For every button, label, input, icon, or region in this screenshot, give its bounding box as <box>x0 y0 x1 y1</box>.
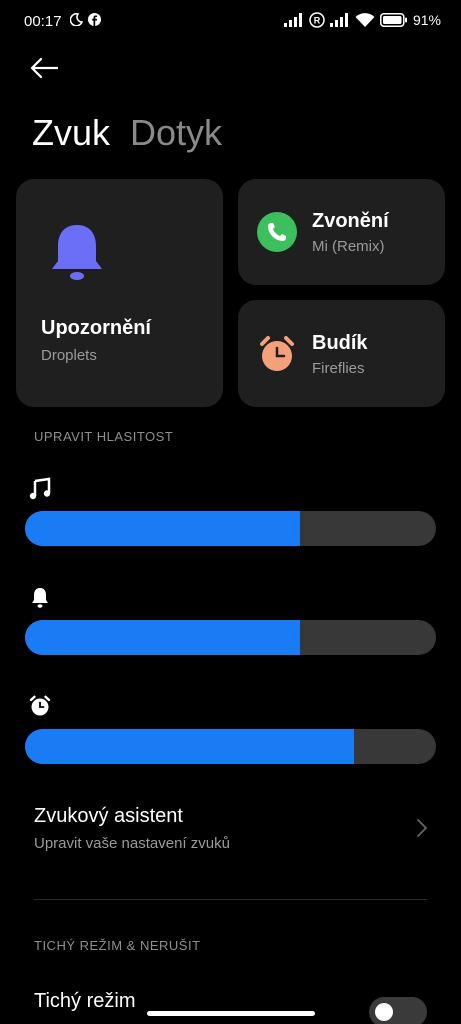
phone-icon <box>257 212 297 252</box>
ringtone-card[interactable]: Zvonění Mi (Remix) <box>238 179 445 285</box>
moon-icon <box>70 13 83 26</box>
battery-percent: 91% <box>412 12 441 28</box>
sound-assistant-subtitle: Upravit vaše nastavení zvuků <box>34 835 230 852</box>
silent-section-label: TICHÝ REŽIM & NERUŠIT <box>34 938 201 953</box>
volume-section-label: UPRAVIT HLASITOST <box>34 429 174 444</box>
tab-zvuk[interactable]: Zvuk <box>32 112 110 154</box>
status-bar: 00:17 R 91% <box>0 0 461 44</box>
ringtone-subtitle: Mi (Remix) <box>312 238 385 255</box>
media-volume-slider[interactable] <box>25 511 436 546</box>
notification-title: Upozornění <box>41 317 151 339</box>
alarm-volume-fill <box>25 729 354 764</box>
signal-icon <box>329 13 348 27</box>
roaming-icon: R <box>309 12 325 28</box>
ringtone-title: Zvonění <box>312 210 389 232</box>
facebook-icon <box>88 13 101 26</box>
music-note-icon <box>29 477 51 500</box>
signal-icon <box>283 13 302 27</box>
silent-mode-toggle[interactable] <box>369 997 427 1024</box>
arrow-left-icon <box>30 57 58 79</box>
media-volume-fill <box>25 511 301 546</box>
home-indicator[interactable] <box>147 1011 315 1016</box>
back-button[interactable] <box>30 54 62 82</box>
alarm-title: Budík <box>312 332 368 354</box>
status-time: 00:17 <box>24 13 62 30</box>
alarm-clock-icon <box>257 334 297 374</box>
tab-bar: Zvuk Dotyk <box>32 112 222 154</box>
svg-text:R: R <box>314 16 321 26</box>
notification-sound-card[interactable]: Upozornění Droplets <box>16 179 223 407</box>
notification-volume-slider[interactable] <box>25 620 436 655</box>
chevron-right-icon <box>417 819 427 837</box>
wifi-icon <box>355 12 375 27</box>
toggle-knob <box>375 1003 393 1021</box>
battery-icon <box>380 13 407 27</box>
alarm-volume-slider[interactable] <box>25 729 436 764</box>
bell-icon <box>32 588 48 608</box>
notification-volume-fill <box>25 620 301 655</box>
alarm-subtitle: Fireflies <box>312 360 365 377</box>
alarm-clock-icon <box>29 695 51 716</box>
sound-assistant-title: Zvukový asistent <box>34 805 183 827</box>
silent-mode-title: Tichý režim <box>34 990 136 1012</box>
tab-dotyk[interactable]: Dotyk <box>130 112 222 154</box>
bell-icon <box>52 225 102 280</box>
alarm-card[interactable]: Budík Fireflies <box>238 300 445 407</box>
divider <box>34 899 427 900</box>
notification-subtitle: Droplets <box>41 347 97 364</box>
